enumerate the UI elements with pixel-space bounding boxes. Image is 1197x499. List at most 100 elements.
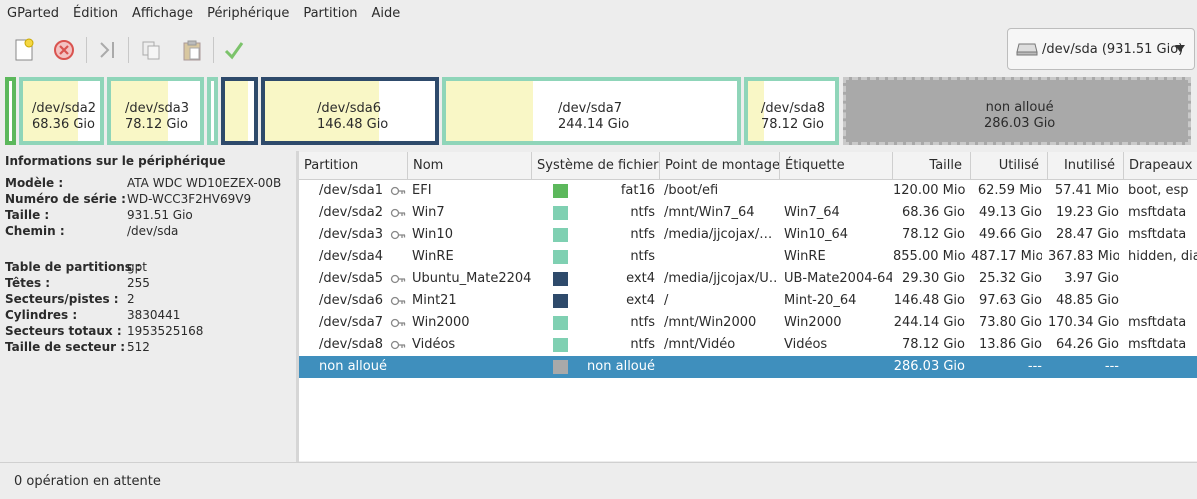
info-value: WD-WCC3F2HV69V9 xyxy=(127,192,252,206)
cell-filesystem: ext4 xyxy=(626,271,655,286)
cell-nom: Win10 xyxy=(412,227,453,242)
cell-size: 244.14 Gio xyxy=(893,315,965,330)
resize-move-button[interactable] xyxy=(94,36,122,64)
column-header-used[interactable]: Utilisé xyxy=(971,152,1048,179)
menu-bar: GParted Édition Affichage Périphérique P… xyxy=(0,0,1197,27)
cell-used: 49.66 Gio xyxy=(979,227,1042,242)
menu-partition[interactable]: Partition xyxy=(296,0,364,27)
menu-aide[interactable]: Aide xyxy=(365,0,408,27)
table-header: Partition Nom Système de fichiers Point … xyxy=(299,152,1197,180)
column-header-filesystem[interactable]: Système de fichiers xyxy=(532,152,660,179)
new-partition-button[interactable] xyxy=(10,36,38,64)
menu-edition[interactable]: Édition xyxy=(66,0,125,27)
partition-name: /dev/sda8 xyxy=(761,101,825,116)
info-value: 512 xyxy=(127,340,150,354)
table-row[interactable]: /dev/sda7 Win2000 ntfs/mnt/Win2000 Win2000 2… xyxy=(299,312,1197,334)
cell-used: --- xyxy=(1027,359,1042,374)
partition-block-sda4[interactable] xyxy=(207,77,218,145)
cell-mount-point xyxy=(664,246,777,268)
info-row: Secteurs/pistes : 2 xyxy=(5,291,295,307)
column-header-unused[interactable]: Inutilisé xyxy=(1048,152,1124,179)
cell-label: Win2000 xyxy=(784,315,842,330)
column-header-nom[interactable]: Nom xyxy=(408,152,532,179)
info-key: Taille : xyxy=(5,208,50,222)
cell-used: 25.32 Gio xyxy=(979,271,1042,286)
info-key: Taille de secteur : xyxy=(5,340,126,354)
menu-gparted[interactable]: GParted xyxy=(0,0,66,27)
partition-block-sda3[interactable]: /dev/sda3 78.12 Gio xyxy=(107,77,204,145)
info-key: Secteurs totaux : xyxy=(5,324,122,338)
filesystem-color-swatch xyxy=(553,338,568,352)
info-row: Modèle : ATA WDC WD10EZEX-00B xyxy=(5,175,295,191)
cell-flags xyxy=(1128,290,1197,312)
table-row[interactable]: non alloué non alloué 286.03 Gio --- --- xyxy=(299,356,1197,378)
info-row: Secteurs totaux : 1953525168 xyxy=(5,323,295,339)
paste-icon xyxy=(183,40,201,61)
mounted-key-icon xyxy=(390,208,406,218)
filesystem-color-swatch xyxy=(553,316,568,330)
info-row: Têtes : 255 xyxy=(5,275,295,291)
device-selector[interactable]: /dev/sda (931.51 Gio) xyxy=(1007,28,1195,70)
partition-block-unallocated[interactable]: non alloué 286.03 Gio xyxy=(843,77,1191,145)
partition-size: 244.14 Gio xyxy=(558,117,630,132)
column-header-size[interactable]: Taille xyxy=(893,152,971,179)
cell-used: 49.13 Gio xyxy=(979,205,1042,220)
partition-size: 146.48 Gio xyxy=(317,117,389,132)
cell-size: 286.03 Gio xyxy=(893,359,965,374)
paste-button[interactable] xyxy=(178,36,206,64)
info-key: Numéro de série : xyxy=(5,192,126,206)
delete-button[interactable] xyxy=(50,36,78,64)
column-header-label[interactable]: Étiquette xyxy=(780,152,893,179)
status-bar: 0 opération en attente xyxy=(0,462,1197,499)
partition-block-sda7[interactable]: /dev/sda7 244.14 Gio xyxy=(442,77,741,145)
table-row[interactable]: /dev/sda5 Ubuntu_Mate2204 ext4/media/jjcoj… xyxy=(299,268,1197,290)
cell-mount-point xyxy=(664,356,777,378)
cell-partition: /dev/sda1 xyxy=(319,183,383,198)
filesystem-color-swatch xyxy=(553,294,568,308)
cell-unused: 28.47 Gio xyxy=(1056,227,1119,242)
table-row[interactable]: /dev/sda2 Win7 ntfs/mnt/Win7_64 Win7_64 68.3… xyxy=(299,202,1197,224)
cell-label: Win10_64 xyxy=(784,227,849,242)
partition-block-sda2[interactable]: /dev/sda2 68.36 Gio xyxy=(19,77,104,145)
table-row[interactable]: /dev/sda4 WinRE ntfs WinRE 855.00 Mio 487.17 … xyxy=(299,246,1197,268)
cell-label xyxy=(784,180,892,202)
menu-peripherique[interactable]: Périphérique xyxy=(200,0,296,27)
cell-filesystem: ntfs xyxy=(630,315,655,330)
partition-size: 286.03 Gio xyxy=(984,116,1056,131)
cell-label: Win7_64 xyxy=(784,205,840,220)
cell-filesystem: ext4 xyxy=(626,293,655,308)
partition-block-sda8[interactable]: /dev/sda8 78.12 Gio xyxy=(744,77,839,145)
partition-map: /dev/sda2 68.36 Gio /dev/sda3 78.12 Gio … xyxy=(0,74,1197,148)
pending-operations-status: 0 opération en attente xyxy=(14,474,161,489)
info-row: Chemin : /dev/sda xyxy=(5,223,295,239)
partition-block-sda5[interactable] xyxy=(221,77,258,145)
cell-mount-point: /mnt/Win2000 xyxy=(664,315,757,330)
cell-unused: 367.83 Mio xyxy=(1048,249,1119,264)
cell-size: 29.30 Gio xyxy=(902,271,965,286)
column-header-flags[interactable]: Drapeaux xyxy=(1124,152,1197,179)
resize-move-icon xyxy=(100,42,114,58)
copy-button[interactable] xyxy=(137,36,165,64)
cell-unused: 3.97 Gio xyxy=(1064,271,1119,286)
cell-size: 146.48 Gio xyxy=(893,293,965,308)
menu-affichage[interactable]: Affichage xyxy=(125,0,200,27)
table-row[interactable]: /dev/sda3 Win10 ntfs/media/jjcojax/… Win10_… xyxy=(299,224,1197,246)
partition-block-sda6[interactable]: /dev/sda6 146.48 Gio xyxy=(261,77,439,145)
table-row[interactable]: /dev/sda8 Vidéos ntfs/mnt/Vidéo Vidéos 78.12… xyxy=(299,334,1197,356)
cell-nom: Mint21 xyxy=(412,293,457,308)
table-row[interactable]: /dev/sda1 EFI fat16/boot/efi 120.00 Mio 62.5… xyxy=(299,180,1197,202)
copy-icon xyxy=(142,41,160,60)
cell-flags xyxy=(1128,356,1197,378)
cell-flags: boot, esp xyxy=(1128,183,1189,198)
column-header-partition[interactable]: Partition xyxy=(299,152,408,179)
cell-partition: /dev/sda3 xyxy=(319,227,383,242)
cell-flags: msftdata xyxy=(1128,205,1187,220)
cell-label: WinRE xyxy=(784,249,826,264)
partition-block-sda1[interactable] xyxy=(5,77,16,145)
cell-label: Mint-20_64 xyxy=(784,293,857,308)
table-row[interactable]: /dev/sda6 Mint21 ext4 / Mint-20_64 146.48 Gio… xyxy=(299,290,1197,312)
column-header-mount-point[interactable]: Point de montage xyxy=(660,152,780,179)
info-key: Chemin : xyxy=(5,224,65,238)
apply-button[interactable] xyxy=(220,36,248,64)
partition-name: /dev/sda7 xyxy=(558,101,622,116)
